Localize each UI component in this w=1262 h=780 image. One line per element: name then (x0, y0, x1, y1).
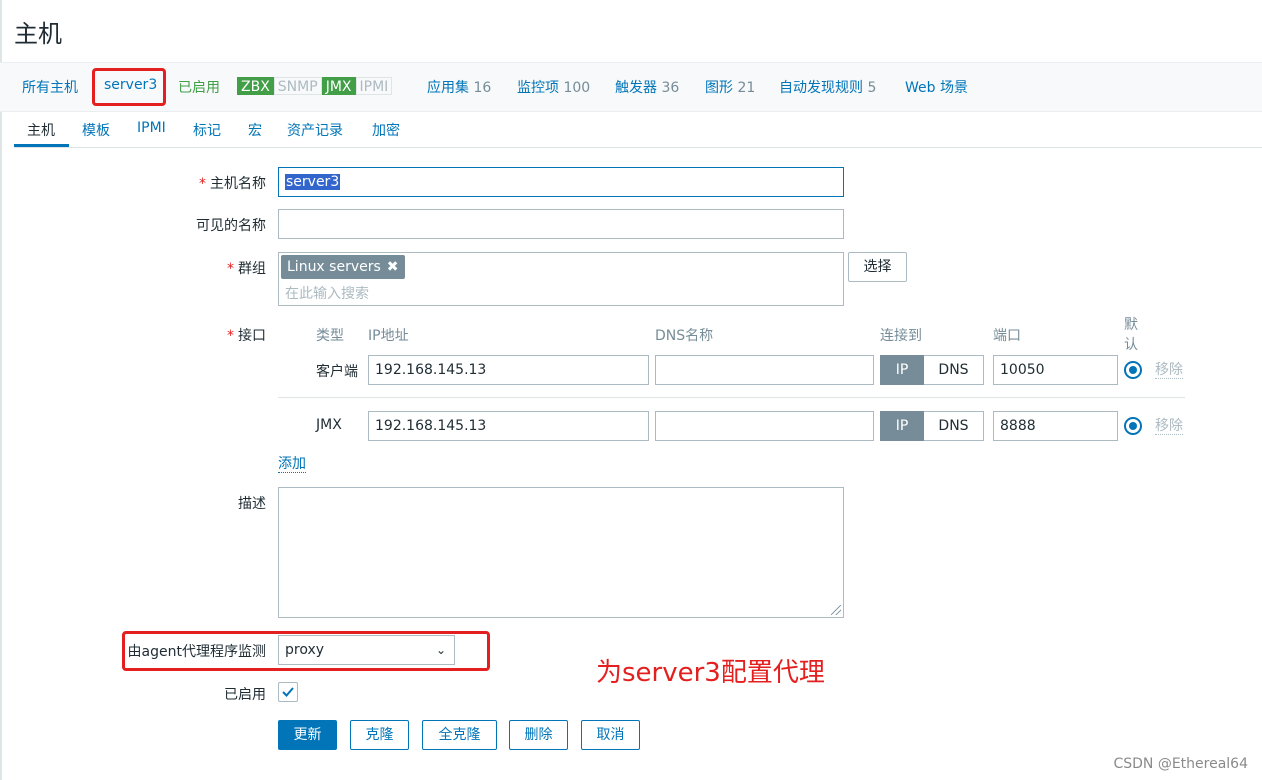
group-chip-linux-servers: Linux servers ✖ (281, 255, 405, 279)
availability-indicators: ZBX SNMP JMX IPMI (237, 77, 393, 97)
interface-port-input[interactable]: 10050 (993, 355, 1118, 385)
items-link[interactable]: 监控项 100 (517, 77, 590, 97)
delete-button[interactable]: 删除 (509, 720, 568, 750)
tab-ipmi[interactable]: IPMI (137, 120, 166, 136)
watermark: CSDN @Ethereal64 (1113, 756, 1248, 772)
applications-link[interactable]: 应用集 16 (427, 77, 491, 97)
web-scenarios-link[interactable]: Web 场景 (905, 77, 968, 97)
groups-multiselect[interactable]: Linux servers ✖ 在此输入搜索 (278, 252, 844, 306)
interface-dns-input[interactable] (655, 411, 874, 441)
connect-dns-button[interactable]: DNS (924, 411, 984, 441)
annotation-text: 为server3配置代理 (596, 658, 825, 688)
graphs-link[interactable]: 图形 21 (705, 77, 755, 97)
connect-to-toggle: IP DNS (880, 411, 984, 441)
interface-port-input[interactable]: 8888 (993, 411, 1118, 441)
select-groups-button[interactable]: 选择 (848, 252, 907, 282)
checkmark-icon (282, 687, 294, 697)
connect-dns-button[interactable]: DNS (924, 355, 984, 385)
remove-interface-link[interactable]: 移除 (1155, 418, 1183, 435)
close-icon[interactable]: ✖ (387, 259, 399, 275)
interface-dns-input[interactable] (655, 355, 874, 385)
proxy-label: 由agent代理程序监测 (127, 644, 266, 660)
cancel-button[interactable]: 取消 (581, 720, 640, 750)
availability-jmx: JMX (321, 77, 356, 95)
interface-ip-input[interactable]: 192.168.145.13 (368, 411, 649, 441)
connect-ip-button[interactable]: IP (880, 355, 924, 385)
proxy-select[interactable]: proxy ⌄ (278, 635, 455, 665)
update-button[interactable]: 更新 (278, 720, 337, 750)
form-tabs: 主机 模板 IPMI 标记 宏 资产记录 加密 (14, 112, 1262, 148)
tab-macros[interactable]: 宏 (248, 120, 262, 140)
connect-to-toggle: IP DNS (880, 355, 984, 385)
connect-ip-button[interactable]: IP (880, 411, 924, 441)
description-textarea[interactable] (278, 487, 844, 618)
visible-name-input[interactable] (278, 209, 844, 239)
groups-search-placeholder[interactable]: 在此输入搜索 (285, 283, 369, 303)
clone-button[interactable]: 克隆 (350, 720, 409, 750)
availability-ipmi: IPMI (355, 77, 393, 95)
col-header-type: 类型 (316, 328, 344, 344)
remove-interface-link[interactable]: 移除 (1155, 362, 1183, 379)
host-name-label: * 主机名称 (199, 176, 266, 192)
description-label: 描述 (238, 496, 266, 512)
tab-host[interactable]: 主机 (27, 120, 55, 140)
col-header-dns: DNS名称 (655, 328, 714, 344)
page-title: 主机 (14, 20, 62, 48)
active-tab-indicator (14, 144, 69, 147)
tab-tags[interactable]: 标记 (193, 120, 221, 140)
full-clone-button[interactable]: 全克隆 (422, 720, 497, 750)
col-header-ip: IP地址 (368, 328, 409, 344)
col-header-port: 端口 (993, 328, 1021, 344)
all-hosts-link[interactable]: 所有主机 (22, 77, 78, 97)
left-edge (0, 0, 2, 780)
col-header-default: 默认 (1124, 317, 1138, 353)
discovery-rules-link[interactable]: 自动发现规则 5 (779, 77, 876, 97)
visible-name-label: 可见的名称 (196, 218, 266, 234)
col-header-connect: 连接到 (880, 328, 922, 344)
interface-type-jmx: JMX (316, 417, 342, 433)
tab-templates[interactable]: 模板 (82, 120, 110, 140)
add-interface-link[interactable]: 添加 (278, 456, 306, 473)
host-name-input[interactable]: server3 (278, 167, 844, 197)
groups-label: * 群组 (227, 261, 266, 277)
interfaces-label: * 接口 (227, 328, 266, 344)
interface-type-agent: 客户端 (316, 364, 358, 380)
enabled-label: 已启用 (224, 687, 266, 703)
default-interface-radio[interactable] (1124, 417, 1142, 435)
availability-snmp: SNMP (273, 77, 322, 95)
triggers-link[interactable]: 触发器 36 (615, 77, 679, 97)
page: 主机 所有主机 server3 已启用 ZBX SNMP JMX IPMI 应用… (0, 0, 1262, 780)
default-interface-radio[interactable] (1124, 361, 1142, 379)
interface-divider (278, 397, 1185, 398)
host-status[interactable]: 已启用 (178, 77, 220, 97)
tab-inventory[interactable]: 资产记录 (287, 120, 343, 140)
enabled-checkbox[interactable] (278, 682, 298, 702)
resize-handle-icon[interactable] (831, 605, 841, 615)
chevron-down-icon: ⌄ (435, 643, 446, 657)
host-navigation: 所有主机 server3 已启用 ZBX SNMP JMX IPMI 应用集 1… (0, 62, 1262, 112)
availability-zbx: ZBX (237, 77, 274, 95)
highlight-box-host-name (92, 68, 166, 106)
interface-ip-input[interactable]: 192.168.145.13 (368, 355, 649, 385)
tab-encryption[interactable]: 加密 (372, 120, 400, 140)
